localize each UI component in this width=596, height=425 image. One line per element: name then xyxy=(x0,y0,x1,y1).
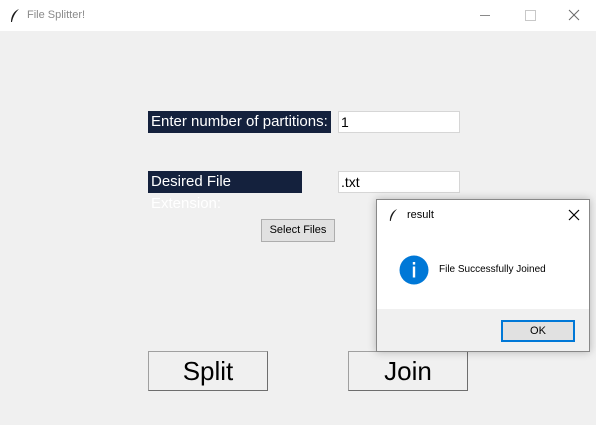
maximize-button[interactable] xyxy=(508,0,554,31)
window-titlebar: File Splitter! xyxy=(0,0,596,31)
partitions-label: Enter number of partitions: xyxy=(148,111,331,133)
feather-icon xyxy=(389,209,398,221)
result-dialog: result File Successfully Joined OK xyxy=(376,199,590,352)
dialog-close-icon[interactable] xyxy=(565,206,583,224)
ok-button[interactable]: OK xyxy=(501,320,575,342)
info-icon xyxy=(399,255,429,285)
feather-icon xyxy=(11,9,19,22)
split-button[interactable]: Split xyxy=(148,351,268,391)
partitions-input[interactable]: 1 xyxy=(338,111,460,133)
dialog-message: File Successfully Joined xyxy=(439,264,546,275)
close-button[interactable] xyxy=(550,0,596,31)
dialog-title: result xyxy=(407,209,434,221)
close-icon xyxy=(568,9,580,21)
dialog-footer: OK xyxy=(377,309,589,351)
join-button[interactable]: Join xyxy=(348,351,468,391)
extension-label: Desired File Extension: xyxy=(148,171,302,212)
maximize-icon xyxy=(525,10,536,21)
extension-input[interactable]: .txt xyxy=(338,171,460,193)
minimize-button[interactable] xyxy=(462,0,508,31)
minimize-icon xyxy=(480,15,490,16)
window-title: File Splitter! xyxy=(27,9,86,21)
select-files-button[interactable]: Select Files xyxy=(261,219,335,242)
